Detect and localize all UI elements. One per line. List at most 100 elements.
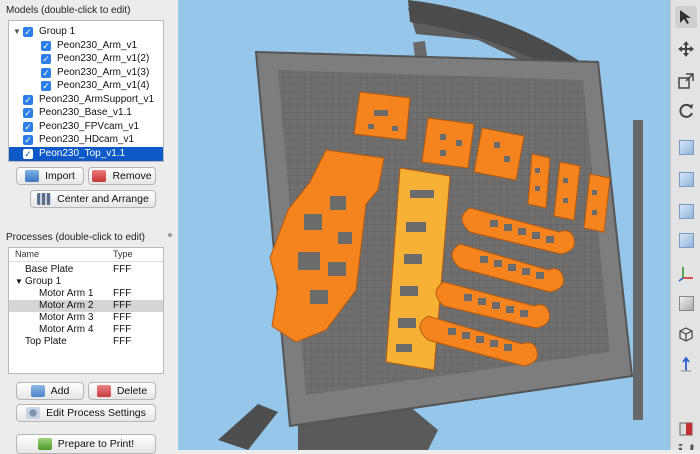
column-header-name[interactable]: Name — [15, 249, 39, 259]
view-iso-icon[interactable] — [675, 136, 697, 158]
model-list-item[interactable]: ✓ Peon230_Arm_v1(3) — [9, 66, 163, 80]
visibility-checkbox[interactable]: ✓ — [23, 121, 33, 132]
process-row[interactable]: Base Plate FFF — [9, 264, 163, 276]
motor-arm-cutout — [494, 260, 502, 267]
part-hole — [535, 186, 540, 191]
base-plate-cutout — [304, 214, 322, 230]
import-label: Import — [45, 170, 75, 182]
import-button[interactable]: Import — [16, 167, 84, 185]
view-side-icon[interactable] — [675, 229, 697, 251]
top-plate-cutout — [410, 190, 434, 198]
axes-icon[interactable] — [675, 262, 697, 284]
model-list-item[interactable]: ✓ Peon230_Base_v1.1 — [9, 106, 163, 120]
delete-process-button[interactable]: Delete — [88, 382, 156, 400]
process-type: FFF — [113, 312, 132, 323]
model-list-item[interactable]: ✓ Peon230_FPVcam_v1 — [9, 120, 163, 134]
panel-resize-grip[interactable] — [168, 233, 172, 237]
edit-process-settings-button[interactable]: Edit Process Settings — [16, 404, 156, 422]
process-type: FFF — [113, 264, 132, 275]
process-type: FFF — [113, 300, 132, 311]
part-hole — [592, 210, 597, 215]
top-plate-cutout — [406, 222, 426, 232]
wireframe-cube-icon[interactable] — [675, 323, 697, 345]
motor-arm-cutout — [506, 306, 514, 313]
model-list-item[interactable]: ✓ Peon230_Arm_v1(2) — [9, 52, 163, 66]
prepare-label: Prepare to Print! — [57, 438, 135, 450]
visibility-checkbox[interactable]: ✓ — [23, 108, 33, 118]
visibility-checkbox[interactable]: ✓ — [41, 40, 51, 51]
process-row[interactable]: Motor Arm 1 FFF — [9, 288, 163, 300]
model-list-item[interactable]: ▼ ✓ Group 1 — [9, 25, 163, 39]
cursor-icon[interactable] — [675, 6, 697, 28]
move-icon[interactable] — [675, 38, 697, 60]
model-name: Peon230_Arm_v1(3) — [57, 66, 150, 78]
section-icon[interactable] — [675, 418, 697, 440]
processes-table[interactable]: Name Type Base Plate FFF ▼ Group 1 Motor Arm… — [8, 247, 164, 374]
part-cutout — [374, 110, 388, 116]
view-top-icon[interactable] — [675, 168, 697, 190]
disclosure-triangle-icon[interactable]: ▼ — [13, 25, 23, 39]
top-plate-cutout — [396, 344, 412, 352]
motor-arm-cutout — [464, 294, 472, 301]
disclosure-triangle-icon[interactable]: ▼ — [15, 276, 23, 288]
visibility-checkbox[interactable]: ✓ — [41, 67, 51, 78]
view-front-icon[interactable] — [675, 200, 697, 222]
motor-arm-cutout — [522, 268, 530, 275]
visibility-checkbox[interactable]: ✓ — [41, 54, 51, 64]
print-bed-scene[interactable] — [178, 0, 670, 450]
add-label: Add — [50, 385, 70, 397]
arm-support-plate-1[interactable] — [473, 127, 525, 181]
process-type: FFF — [113, 324, 132, 335]
process-row[interactable]: Motor Arm 3 FFF — [9, 312, 163, 324]
models-list[interactable]: ▼ ✓ Group 1 ✓ Peon230_Arm_v1 ✓ Peon230_Arm_v1(… — [8, 20, 164, 162]
3d-viewport[interactable] — [178, 0, 670, 450]
column-header-type[interactable]: Type — [113, 249, 133, 259]
visibility-checkbox[interactable]: ✓ — [23, 94, 33, 105]
motor-arm-cutout — [546, 236, 554, 243]
model-list-item[interactable]: ✓ Peon230_Arm_v1 — [9, 39, 163, 53]
visibility-checkbox[interactable]: ✓ — [41, 81, 51, 91]
motor-arm-cutout — [492, 302, 500, 309]
visibility-checkbox[interactable]: ✓ — [23, 148, 33, 159]
visibility-checkbox[interactable]: ✓ — [23, 135, 33, 145]
arm-support-bracket-1[interactable] — [527, 153, 551, 209]
model-list-item[interactable]: ✓ Peon230_Arm_v1(4) — [9, 79, 163, 93]
motor-arm-cutout — [476, 336, 484, 343]
process-type: FFF — [113, 336, 132, 347]
process-row[interactable]: Top Plate FFF — [9, 336, 163, 348]
model-list-item[interactable]: ✓ Peon230_ArmSupport_v1 — [9, 93, 163, 107]
center-and-arrange-button[interactable]: Center and Arrange — [30, 190, 156, 208]
part-cutout — [440, 150, 446, 156]
process-row[interactable]: ▼ Group 1 — [9, 276, 163, 288]
visibility-checkbox[interactable]: ✓ — [23, 27, 33, 37]
processes-panel-title: Processes (double-click to edit) — [6, 232, 145, 243]
hd-cam-plate[interactable] — [421, 117, 475, 169]
solid-cube-icon[interactable] — [675, 292, 697, 314]
axis-z-icon[interactable] — [675, 354, 697, 376]
process-row[interactable]: Motor Arm 4 FFF — [9, 324, 163, 336]
model-list-item[interactable]: ✓ Peon230_Top_v1.1 — [9, 146, 163, 161]
prepare-to-print-button[interactable]: Prepare to Print! — [16, 434, 156, 454]
motor-arm-cutout — [504, 344, 512, 351]
rotate-icon[interactable] — [675, 100, 697, 122]
center-label: Center and Arrange — [57, 193, 149, 205]
motor-arm-cutout — [480, 256, 488, 263]
left-panel: Models (double-click to edit) ▼ ✓ Group 1 ✓… — [0, 0, 178, 454]
process-row[interactable]: Motor Arm 2 FFF — [9, 300, 163, 312]
model-name: Peon230_Arm_v1(2) — [57, 53, 150, 64]
add-process-button[interactable]: Add — [16, 382, 84, 400]
model-list-item[interactable]: ✓ Peon230_HDcam_v1 — [9, 133, 163, 147]
scale-icon[interactable] — [675, 70, 697, 92]
motor-arm-cutout — [490, 340, 498, 347]
print-icon — [37, 438, 52, 450]
model-name: Peon230_Top_v1.1 — [39, 147, 126, 159]
base-plate-cutout — [330, 196, 346, 210]
part-cutout — [440, 134, 446, 140]
settings-gear-icon[interactable] — [675, 444, 697, 450]
motor-arm-cutout — [504, 224, 512, 231]
top-plate-cutout — [404, 254, 422, 264]
remove-button[interactable]: Remove — [88, 167, 156, 185]
motor-arm-cutout — [462, 332, 470, 339]
processes-table-header: Name Type — [9, 248, 163, 262]
motor-arm-cutout — [520, 310, 528, 317]
